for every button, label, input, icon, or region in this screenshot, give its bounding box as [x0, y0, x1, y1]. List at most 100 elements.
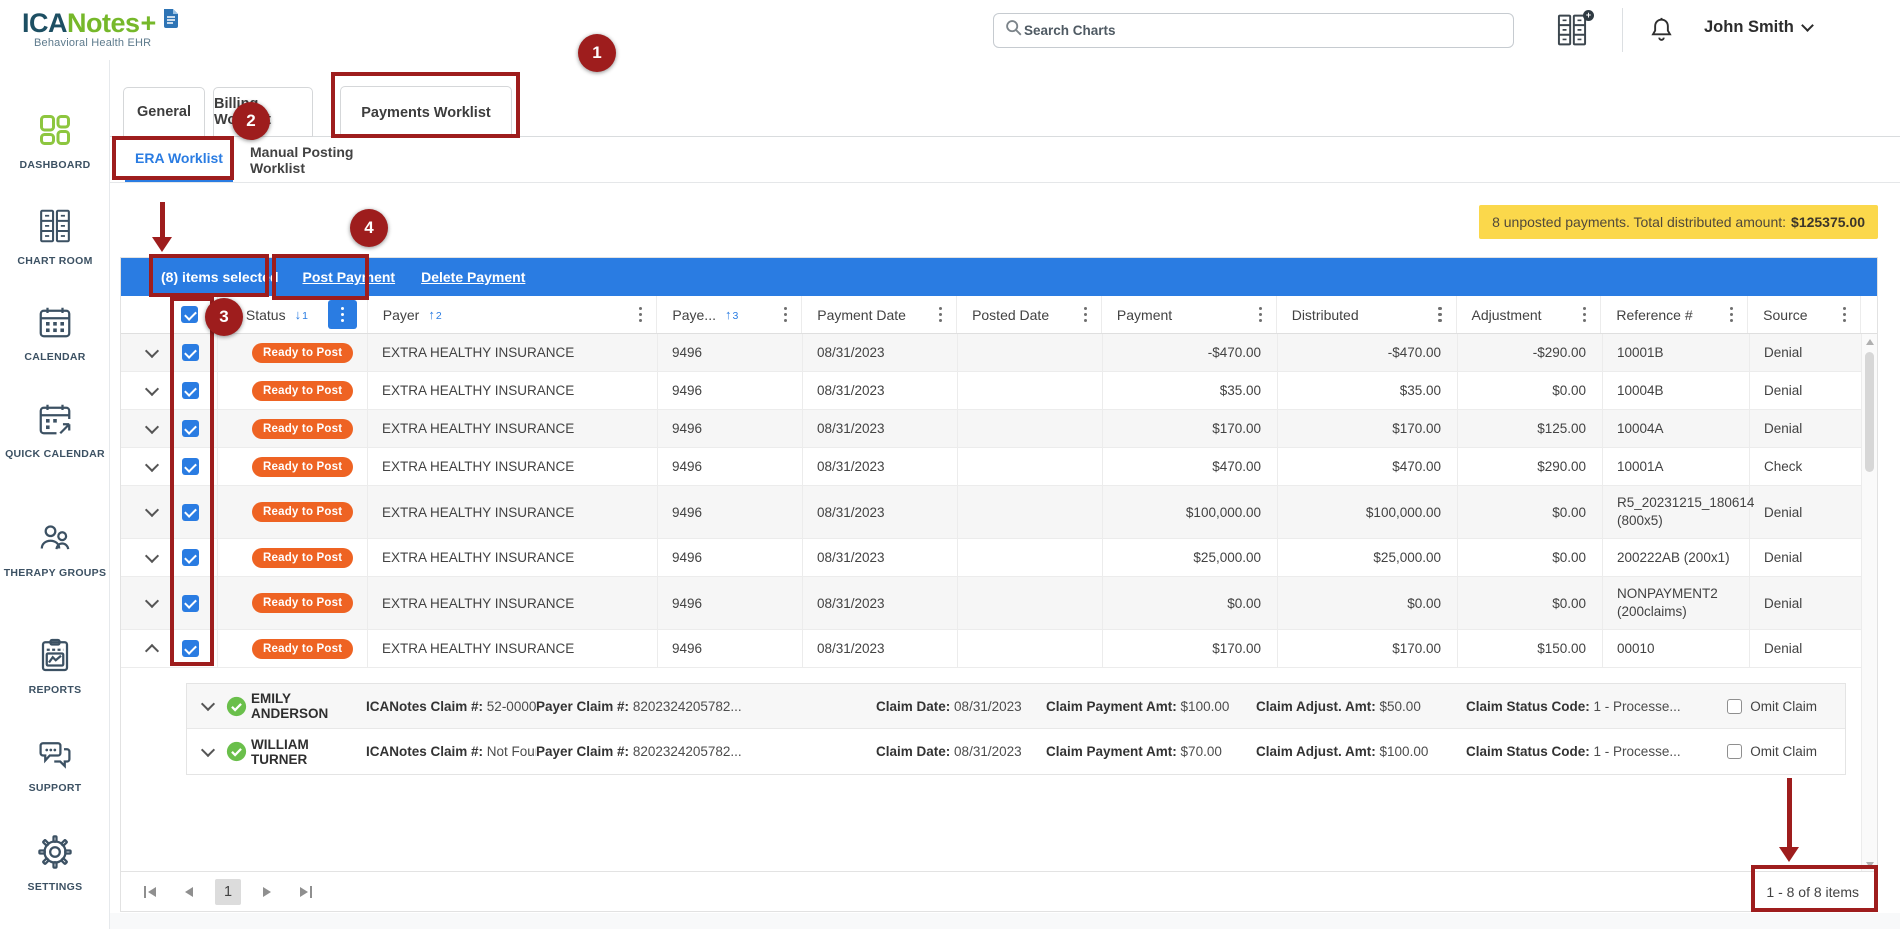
delete-payment-button[interactable]: Delete Payment — [421, 269, 525, 285]
status-badge: Ready to Post — [252, 548, 353, 568]
column-header-source[interactable]: Source — [1748, 296, 1861, 333]
search-input[interactable] — [1024, 23, 1503, 38]
sidebar-item-calendar[interactable]: CALENDAR — [0, 304, 110, 365]
reports-icon — [37, 637, 73, 673]
row-checkbox[interactable] — [182, 382, 199, 399]
column-header-status[interactable]: Status ↓1 — [218, 296, 368, 333]
sidebar-item-therapy-groups[interactable]: THERAPY GROUPS — [0, 520, 110, 581]
header-filler — [1861, 296, 1877, 333]
column-menu-icon[interactable] — [639, 307, 642, 322]
row-checkbox[interactable] — [182, 549, 199, 566]
column-header-distributed[interactable]: Distributed — [1277, 296, 1457, 333]
status-cell: Ready to Post — [218, 372, 368, 409]
omit-claim-checkbox[interactable] — [1727, 744, 1742, 759]
subtab-era-worklist[interactable]: ERA Worklist — [125, 137, 233, 182]
chevron-down-icon[interactable] — [201, 742, 215, 756]
payments-subtab-strip: ERA Worklist Manual Posting Worklist — [110, 137, 1900, 183]
posted-date-cell — [958, 334, 1103, 371]
scroll-up-icon[interactable] — [1866, 339, 1874, 345]
vertical-scrollbar[interactable] — [1861, 334, 1877, 873]
previous-page-button[interactable] — [176, 879, 202, 905]
column-menu-icon[interactable] — [784, 307, 787, 322]
omit-claim-control: Omit Claim — [1727, 744, 1817, 759]
sidebar-item-chart-room[interactable]: CHART ROOM — [0, 208, 110, 269]
sidebar-item-dashboard[interactable]: DASHBOARD — [0, 112, 110, 173]
omit-claim-checkbox[interactable] — [1727, 699, 1742, 714]
adjustment-cell: $150.00 — [1458, 630, 1603, 667]
select-all-checkbox[interactable] — [181, 306, 198, 323]
claim-status-check-icon — [221, 741, 251, 762]
tab-payments-worklist[interactable]: Payments Worklist — [340, 86, 512, 138]
chevron-down-icon[interactable] — [145, 594, 159, 608]
last-page-button[interactable] — [293, 879, 319, 905]
posted-date-cell — [958, 577, 1103, 629]
payer-claim: Payer Claim #: 8202324205782... — [536, 744, 876, 759]
payer-cell: EXTRA HEALTHY INSURANCE — [368, 486, 658, 538]
expand-column-header — [121, 296, 163, 333]
column-menu-icon[interactable] — [1843, 307, 1846, 322]
chevron-down-icon[interactable] — [145, 419, 159, 433]
column-menu-icon[interactable] — [939, 307, 942, 322]
column-header-posted-date[interactable]: Posted Date — [957, 296, 1102, 333]
row-checkbox[interactable] — [182, 420, 199, 437]
row-checkbox[interactable] — [182, 458, 199, 475]
first-page-button[interactable] — [137, 879, 163, 905]
era-worklist-grid: (8) items selected Post Payment Delete P… — [120, 257, 1878, 912]
chevron-down-icon[interactable] — [145, 343, 159, 357]
column-menu-icon[interactable] — [1084, 307, 1087, 322]
subtab-manual-posting-worklist[interactable]: Manual Posting Worklist — [250, 137, 400, 182]
chevron-down-icon[interactable] — [145, 503, 159, 517]
tab-billing-worklist[interactable]: Billing Worklist — [213, 87, 313, 137]
posted-date-cell — [958, 630, 1103, 667]
chevron-down-icon[interactable] — [145, 457, 159, 471]
chevron-down-icon[interactable] — [145, 644, 159, 658]
column-menu-icon[interactable] — [1583, 307, 1586, 322]
status-cell: Ready to Post — [218, 577, 368, 629]
sidebar-item-support[interactable]: SUPPORT — [0, 735, 110, 796]
column-header-reference[interactable]: Reference # — [1601, 296, 1748, 333]
column-header-payer-id[interactable]: Paye... ↑3 — [657, 296, 802, 333]
annotation-arrow-shaft — [160, 202, 165, 238]
column-header-payment-date[interactable]: Payment Date — [802, 296, 957, 333]
sidebar-item-settings[interactable]: SETTINGS — [0, 834, 110, 895]
column-header-payment[interactable]: Payment — [1102, 296, 1277, 333]
claim-date: Claim Date: 08/31/2023 — [876, 744, 1046, 759]
sidebar-item-quick-calendar[interactable]: QUICK CALENDAR — [0, 401, 110, 462]
tab-general[interactable]: General — [123, 87, 205, 137]
chevron-down-icon[interactable] — [145, 548, 159, 562]
chart-cabinet-button[interactable]: + — [1556, 13, 1592, 49]
page-number-button[interactable]: 1 — [215, 879, 241, 905]
next-page-button[interactable] — [254, 879, 280, 905]
unposted-payments-banner: 8 unposted payments. Total distributed a… — [1479, 205, 1878, 239]
row-checkbox[interactable] — [182, 595, 199, 612]
row-checkbox[interactable] — [182, 504, 199, 521]
status-badge: Ready to Post — [252, 593, 353, 613]
payment-date-cell: 08/31/2023 — [803, 410, 958, 447]
column-menu-icon[interactable] — [1730, 307, 1733, 322]
search-charts-box[interactable] — [993, 13, 1514, 48]
user-menu[interactable]: John Smith — [1704, 18, 1812, 37]
row-checkbox[interactable] — [182, 640, 199, 657]
row-checkbox[interactable] — [182, 344, 199, 361]
sidebar-item-reports[interactable]: REPORTS — [0, 637, 110, 698]
payer-id-cell: 9496 — [658, 448, 803, 485]
column-header-adjustment[interactable]: Adjustment — [1457, 296, 1602, 333]
logo-tagline: Behavioral Health EHR — [34, 37, 182, 49]
notifications-bell-button[interactable] — [1648, 15, 1675, 49]
scroll-down-icon[interactable] — [1866, 862, 1874, 868]
column-header-payer[interactable]: Payer ↑2 — [368, 296, 658, 333]
items-selected-label: (8) items selected — [161, 269, 279, 285]
column-menu-icon[interactable] — [1438, 307, 1441, 322]
column-menu-icon[interactable] — [1259, 307, 1262, 322]
annotation-arrow-down — [152, 237, 172, 252]
reference-cell: 200222AB (200x1) — [1603, 539, 1750, 576]
chevron-down-icon[interactable] — [201, 697, 215, 711]
payer-id-cell: 9496 — [658, 372, 803, 409]
column-menu-button[interactable] — [328, 300, 357, 329]
post-payment-button[interactable]: Post Payment — [303, 269, 396, 285]
source-cell: Denial — [1750, 372, 1863, 409]
chevron-down-icon[interactable] — [145, 381, 159, 395]
reference-cell: 00010 — [1603, 630, 1750, 667]
distributed-cell: $35.00 — [1278, 372, 1458, 409]
scrollbar-thumb[interactable] — [1865, 352, 1874, 472]
